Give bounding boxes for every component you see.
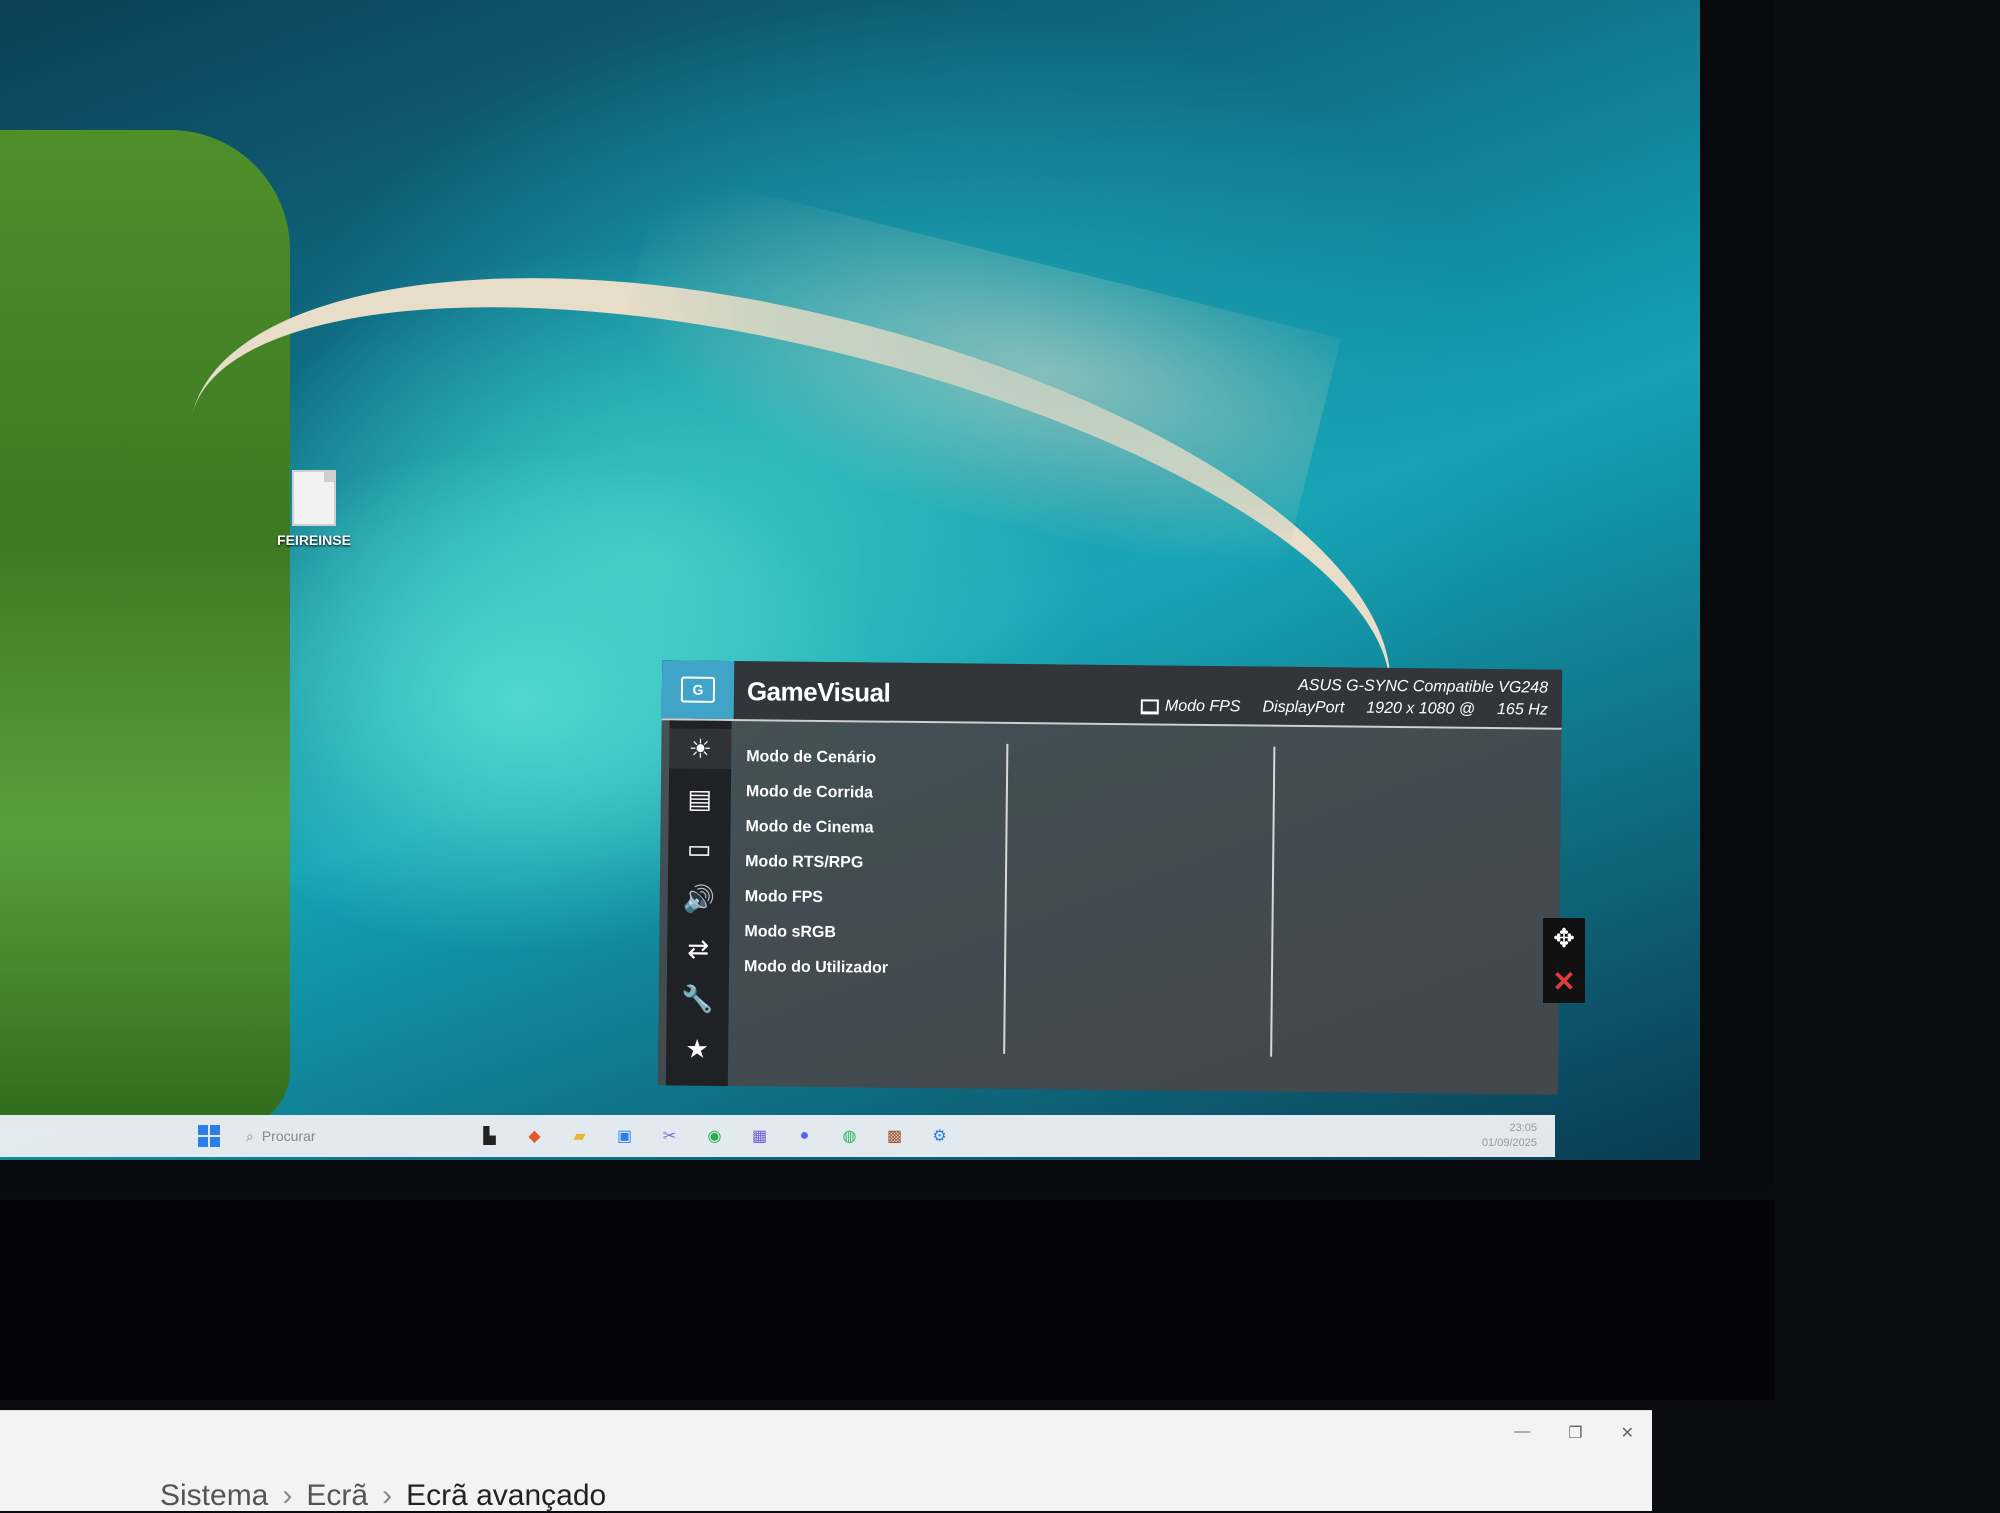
desktop-file-icon[interactable]: FEIREINSE bbox=[272, 470, 356, 548]
search-placeholder: Procurar bbox=[261, 1128, 316, 1144]
clock-date: 01/09/2025 bbox=[1481, 1137, 1537, 1149]
taskbar-search[interactable]: ⌕ Procurar bbox=[246, 1123, 446, 1149]
chevron-right-icon: › bbox=[282, 1479, 293, 1512]
breadcrumb-system[interactable]: Sistema bbox=[160, 1479, 268, 1513]
breadcrumb-advanced-display: Ecrã avançado bbox=[406, 1479, 607, 1512]
sound-icon[interactable]: 🔊 bbox=[668, 878, 730, 919]
settings-gear-icon[interactable]: ⚙ bbox=[925, 1121, 954, 1150]
current-mode-label: Modo FPS bbox=[1164, 697, 1241, 716]
input-select-icon[interactable]: ⇄ bbox=[667, 928, 729, 969]
mode-user[interactable]: Modo do Utilizador bbox=[744, 949, 1004, 987]
close-icon[interactable]: ✕ bbox=[1552, 965, 1575, 998]
resolution: 1920 x 1080 @ bbox=[1366, 699, 1476, 718]
taskbar-apps: ▙ ◆ ▰ ▣ ✂ ◉ ▦ ● ◍ ▩ ⚙ bbox=[475, 1121, 954, 1150]
wallpaper-land bbox=[0, 130, 290, 1130]
gamevisual-mode-list: Modo de Cenário Modo de Corrida Modo de … bbox=[744, 739, 1007, 987]
minimize-icon[interactable]: — bbox=[1514, 1423, 1530, 1443]
snipping-tool-icon[interactable]: ✂ bbox=[655, 1121, 684, 1150]
current-mode: Modo FPS bbox=[1140, 697, 1241, 716]
mode-rts-rpg[interactable]: Modo RTS/RPG bbox=[745, 844, 1005, 882]
monitor-icon bbox=[1140, 698, 1159, 715]
input-source: DisplayPort bbox=[1262, 698, 1345, 717]
desktop-screen: FEIREINSE G GameVisual ASUS G-SYNC Compa… bbox=[0, 0, 1700, 1160]
file-explorer-icon[interactable]: ▰ bbox=[565, 1121, 594, 1150]
iptv-app-icon[interactable]: ▦ bbox=[745, 1121, 774, 1150]
task-view-icon[interactable]: ▙ bbox=[475, 1121, 504, 1150]
mode-racing[interactable]: Modo de Corrida bbox=[746, 774, 1006, 812]
taskbar: ⌕ Procurar ▙ ◆ ▰ ▣ ✂ ◉ ▦ ● ◍ ▩ ⚙ 23:05 0… bbox=[0, 1115, 1555, 1157]
restore-icon[interactable]: ❐ bbox=[1568, 1423, 1582, 1443]
osd-header: G GameVisual ASUS G-SYNC Compatible VG24… bbox=[661, 660, 1563, 730]
osd-column-divider bbox=[1270, 746, 1276, 1057]
image-icon[interactable]: ▭ bbox=[668, 828, 730, 869]
chevron-right-icon: › bbox=[382, 1479, 393, 1512]
joystick-navigate-icon[interactable]: ✥ bbox=[1553, 923, 1575, 954]
osd-title: GameVisual bbox=[746, 676, 891, 708]
monitor-stand-area bbox=[0, 1200, 1775, 1400]
system-tray-clock[interactable]: 23:05 01/09/2025 bbox=[1482, 1121, 1537, 1151]
monitor-model: ASUS G-SYNC Compatible VG248 bbox=[1298, 676, 1549, 697]
desktop-file-label: FEIREINSE bbox=[277, 532, 351, 548]
close-window-icon[interactable]: ✕ bbox=[1621, 1423, 1634, 1443]
color-icon[interactable]: ▤ bbox=[669, 778, 731, 819]
gamevisual-logo-icon: G bbox=[661, 660, 735, 720]
osd-status-bar: Modo FPS DisplayPort 1920 x 1080 @ 165 H… bbox=[1140, 697, 1548, 719]
whatsapp-icon[interactable]: ◉ bbox=[700, 1121, 729, 1150]
mode-cinema[interactable]: Modo de Cinema bbox=[745, 809, 1005, 847]
refresh-rate: 165 Hz bbox=[1496, 701, 1548, 719]
breadcrumb: Sistema › Ecrã › Ecrã avançado bbox=[160, 1479, 606, 1513]
window-controls: — ❐ ✕ bbox=[1514, 1423, 1634, 1443]
osd-nav-hints: ✥ ✕ bbox=[1543, 918, 1585, 1003]
system-setup-icon[interactable]: 🔧 bbox=[667, 978, 729, 1019]
clock-time: 23:05 bbox=[1509, 1122, 1537, 1134]
document-icon bbox=[292, 470, 336, 526]
windows-start-icon[interactable] bbox=[198, 1125, 220, 1147]
osd-sidebar: ☀ ▤ ▭ 🔊 ⇄ 🔧 ★ bbox=[665, 720, 732, 1087]
mode-fps[interactable]: Modo FPS bbox=[745, 879, 1005, 917]
mode-srgb[interactable]: Modo sRGB bbox=[744, 914, 1004, 952]
settings-window: — ❐ ✕ Sistema › Ecrã › Ecrã avançado bbox=[0, 1410, 1652, 1513]
breadcrumb-display[interactable]: Ecrã bbox=[306, 1479, 368, 1513]
brave-browser-icon[interactable]: ◆ bbox=[520, 1121, 549, 1150]
search-icon: ⌕ bbox=[246, 1127, 254, 1144]
spotify-icon[interactable]: ◍ bbox=[835, 1121, 864, 1150]
monitor-osd-menu: G GameVisual ASUS G-SYNC Compatible VG24… bbox=[657, 660, 1563, 1095]
my-favorite-icon[interactable]: ★ bbox=[666, 1028, 728, 1069]
discord-icon[interactable]: ● bbox=[790, 1121, 819, 1150]
game-app-icon[interactable]: ▩ bbox=[880, 1121, 909, 1150]
microsoft-store-icon[interactable]: ▣ bbox=[610, 1121, 639, 1150]
mode-scenery[interactable]: Modo de Cenário bbox=[746, 739, 1006, 777]
brightness-icon[interactable]: ☀ bbox=[669, 728, 732, 770]
